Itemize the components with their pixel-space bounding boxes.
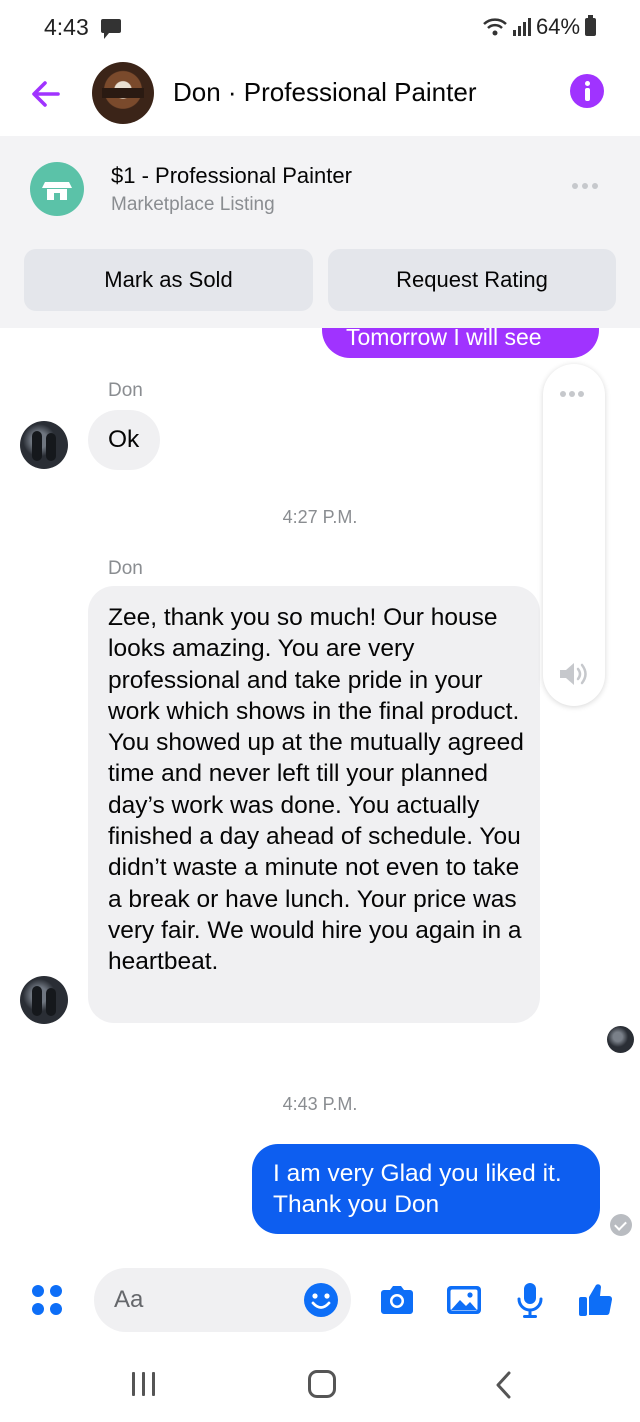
more-dots-icon[interactable] [560,384,587,402]
message-input[interactable] [114,1282,304,1318]
read-receipt-avatar [607,1026,634,1053]
system-navigation-bar [0,1342,640,1422]
contact-avatar[interactable] [92,62,154,124]
nav-back-icon[interactable] [490,1370,518,1400]
incoming-message[interactable]: Ok [88,410,160,470]
back-arrow-icon[interactable] [26,74,66,114]
listing-title[interactable]: $1 - Professional Painter [111,163,352,189]
incoming-message[interactable]: Zee, thank you so much! Our house looks … [88,586,540,1023]
sender-avatar[interactable] [20,421,68,469]
outgoing-message-partial[interactable]: Tomorrow I will see [322,328,599,358]
signal-icon [513,18,531,36]
mark-as-sold-button[interactable]: Mark as Sold [24,249,313,311]
request-rating-button[interactable]: Request Rating [328,249,616,311]
gallery-icon[interactable] [444,1280,484,1320]
conversation-header: Don · Professional Painter [0,56,640,136]
status-time: 4:43 [44,14,89,40]
listing-subtitle: Marketplace Listing [111,194,275,215]
info-icon[interactable] [570,74,604,108]
message-composer [0,1258,640,1342]
store-icon [30,162,84,216]
recent-apps-icon[interactable] [130,1372,158,1398]
sender-avatar[interactable] [20,976,68,1024]
more-options-icon[interactable] [572,176,606,190]
outgoing-message[interactable]: I am very Glad you liked it. Thank you D… [252,1144,600,1234]
message-thread[interactable]: Tomorrow I will see Don Ok 4:27 P.M. Don… [0,328,640,1258]
battery-percent: 64% [536,14,581,39]
emoji-icon[interactable] [303,1282,339,1318]
sender-name: Don [108,558,143,579]
home-icon[interactable] [308,1370,336,1398]
thumbs-up-icon[interactable] [576,1280,616,1320]
message-notification-icon [101,19,121,39]
conversation-title[interactable]: Don · Professional Painter [173,77,476,108]
battery-icon [585,15,596,36]
wifi-icon [483,18,507,36]
marketplace-listing-panel: $1 - Professional Painter Marketplace Li… [0,136,640,328]
microphone-icon[interactable] [510,1280,550,1320]
speaker-icon[interactable] [557,660,591,688]
delivered-check-icon [610,1214,632,1236]
sender-name: Don [108,380,143,401]
apps-menu-icon[interactable] [32,1285,64,1317]
status-bar: 4:43 64% [0,0,640,56]
camera-icon[interactable] [377,1280,417,1320]
floating-action-panel[interactable] [543,364,605,706]
message-timestamp: 4:43 P.M. [282,1094,358,1114]
